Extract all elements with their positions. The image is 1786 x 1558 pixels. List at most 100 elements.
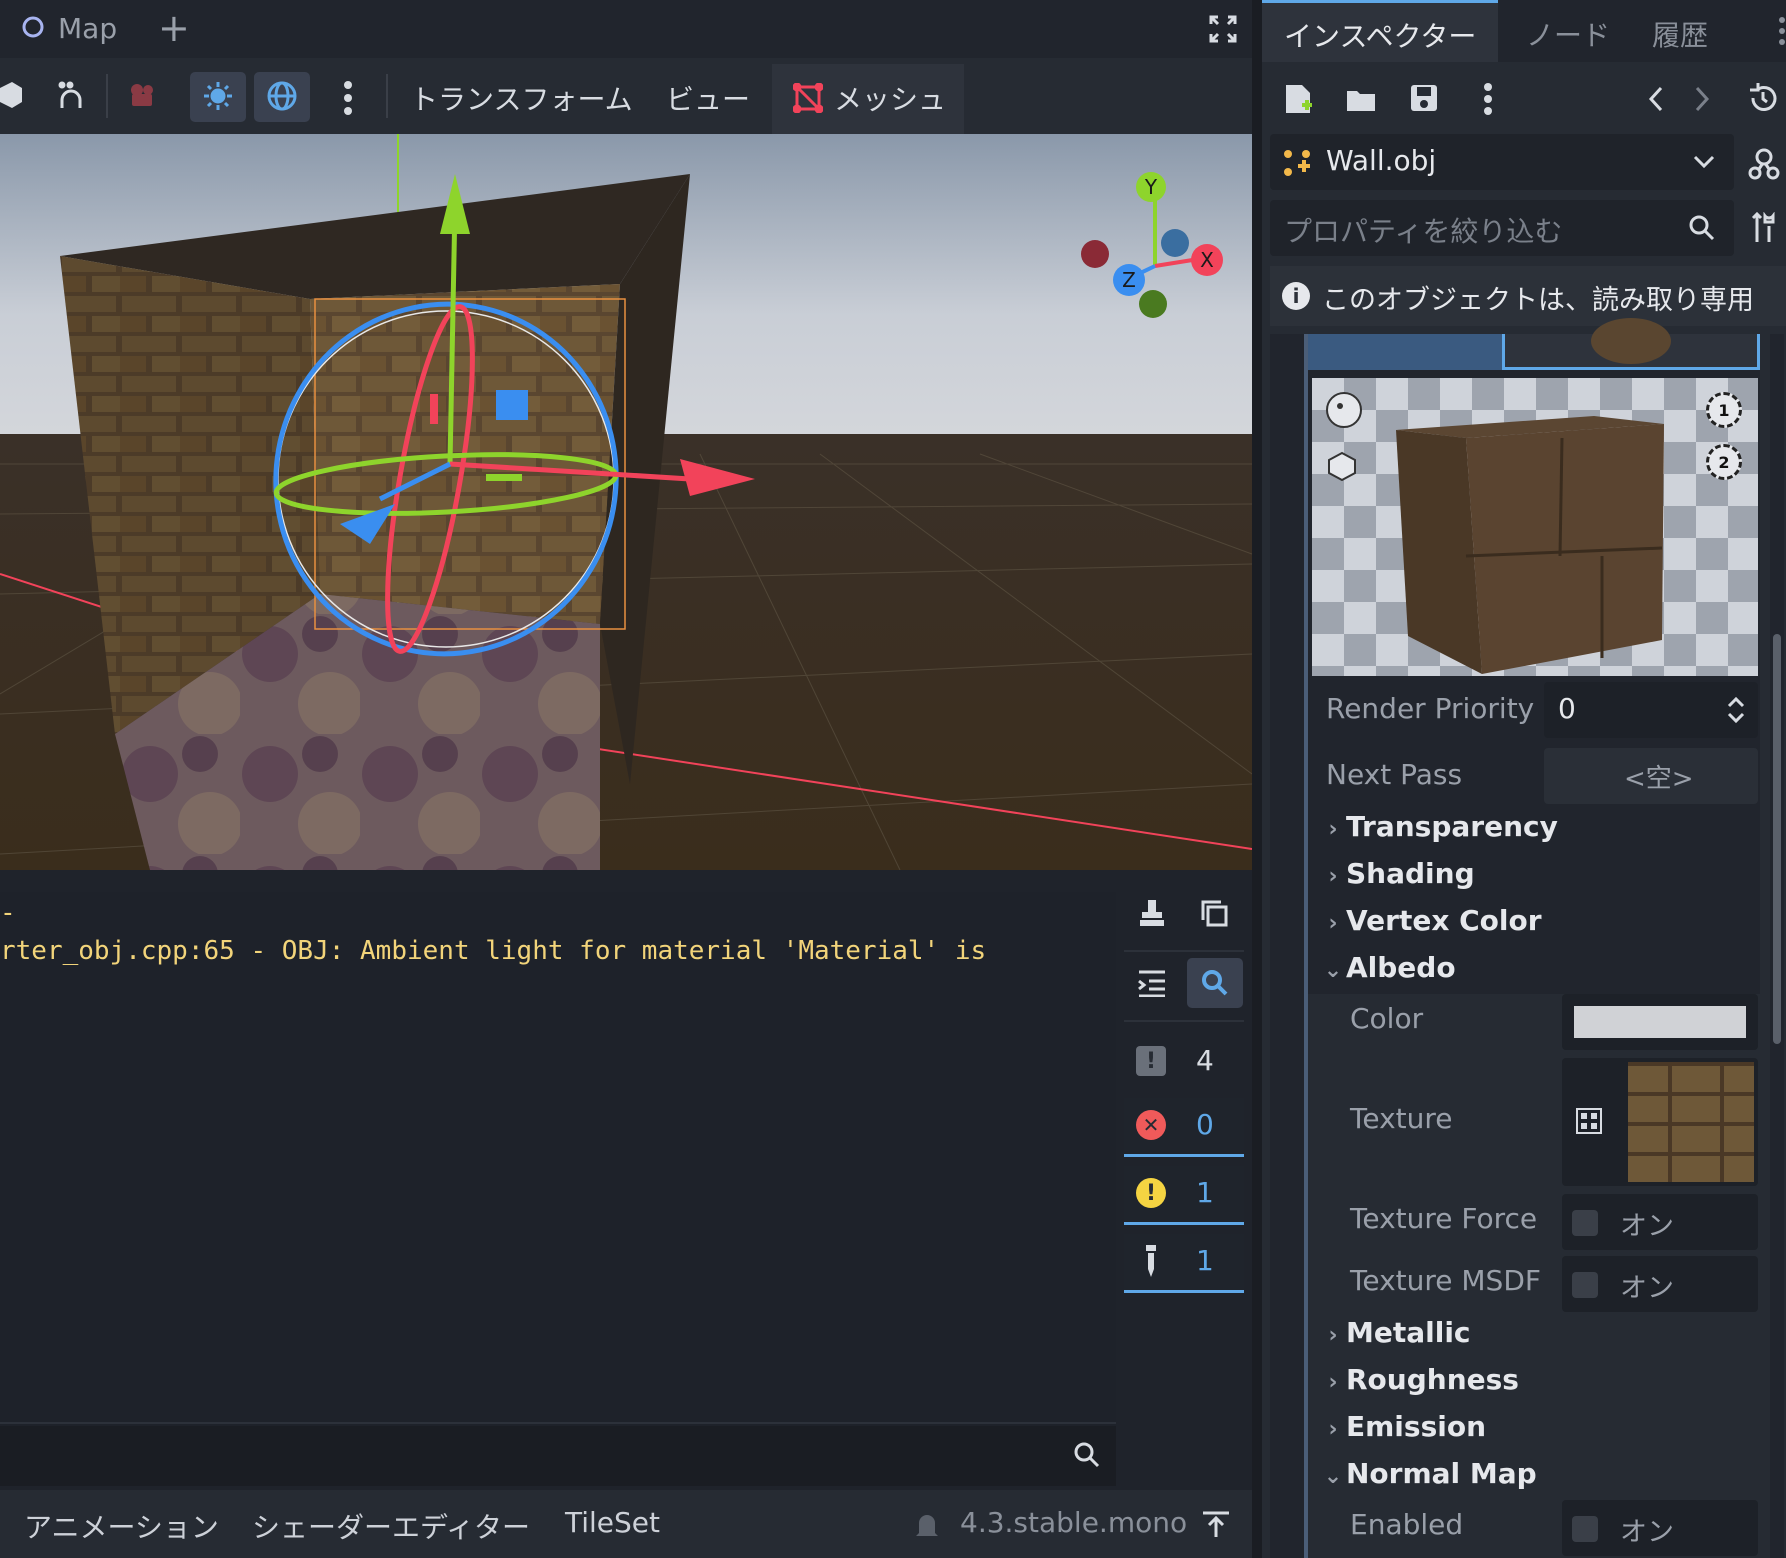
error-icon: ✕ bbox=[1136, 1110, 1166, 1140]
x-axis-button[interactable]: X bbox=[1191, 244, 1223, 276]
mesh-menu[interactable]: メッシュ bbox=[772, 64, 964, 137]
scene-tab-bar: Map + bbox=[0, 0, 1252, 58]
texture-thumbnail bbox=[1628, 1062, 1754, 1182]
more-options-icon[interactable] bbox=[338, 78, 358, 118]
section-emission[interactable]: › Emission bbox=[1320, 1410, 1486, 1443]
color-label: Color bbox=[1350, 1002, 1424, 1035]
checkbox-box bbox=[1572, 1272, 1598, 1298]
render-priority-spinbox[interactable]: 0 bbox=[1544, 682, 1758, 738]
section-roughness-label: Roughness bbox=[1346, 1363, 1519, 1396]
box-preview-icon[interactable] bbox=[1326, 450, 1358, 482]
chevron-right-icon: › bbox=[1328, 1417, 1338, 1442]
snap-icon[interactable] bbox=[54, 78, 88, 112]
output-log[interactable]: - rter_obj.cpp:65 - OBJ: Ambient light f… bbox=[0, 892, 1116, 1446]
resource-selector[interactable]: Wall.obj bbox=[1270, 134, 1734, 190]
light-1-toggle[interactable]: 1 bbox=[1706, 392, 1742, 428]
tab-inspector[interactable]: インスペクター bbox=[1262, 0, 1498, 62]
search-icon bbox=[1200, 968, 1230, 998]
tools-icon[interactable] bbox=[1746, 210, 1782, 246]
more-options-icon[interactable] bbox=[1482, 82, 1494, 116]
preview-cube bbox=[1396, 416, 1664, 674]
enabled-label: Enabled bbox=[1350, 1508, 1464, 1541]
filter-messages-button[interactable]: ! 4 bbox=[1124, 1034, 1244, 1090]
cube-icon[interactable] bbox=[0, 78, 22, 112]
editor-count: 1 bbox=[1196, 1244, 1214, 1277]
add-scene-button[interactable]: + bbox=[158, 6, 190, 50]
section-metallic[interactable]: › Metallic bbox=[1320, 1316, 1470, 1349]
sphere-preview-icon[interactable] bbox=[1326, 392, 1362, 428]
normal-map-enabled-on: オン bbox=[1620, 1517, 1674, 1548]
collapse-icon[interactable] bbox=[1135, 966, 1169, 1000]
3d-viewport[interactable]: Y X Z bbox=[0, 134, 1252, 870]
chevron-right-icon: › bbox=[1328, 817, 1338, 842]
open-folder-icon[interactable] bbox=[1344, 84, 1378, 114]
warning-icon: ! bbox=[1136, 1178, 1166, 1208]
recent-history-icon[interactable] bbox=[1746, 82, 1780, 114]
sun-preview-button[interactable] bbox=[190, 72, 246, 122]
tab-history[interactable]: 履歴 bbox=[1652, 14, 1708, 54]
chevron-down-icon: ⌄ bbox=[1323, 958, 1343, 983]
section-vertex-color-label: Vertex Color bbox=[1346, 904, 1542, 937]
scene-tab-title[interactable]: Map bbox=[58, 12, 117, 45]
section-emission-label: Emission bbox=[1346, 1410, 1486, 1443]
scrollbar-thumb[interactable] bbox=[1773, 634, 1781, 1044]
tab-inspector-label: インスペクター bbox=[1284, 20, 1477, 53]
readonly-notice: i このオブジェクトは、読み取り専用 bbox=[1270, 266, 1786, 326]
fullscreen-icon[interactable] bbox=[1208, 14, 1238, 44]
light-2-toggle[interactable]: 2 bbox=[1706, 444, 1742, 480]
environment-preview-button[interactable] bbox=[254, 72, 310, 122]
section-shading[interactable]: › Shading bbox=[1320, 857, 1474, 890]
albedo-texture-picker[interactable] bbox=[1562, 1058, 1758, 1186]
z-axis-button[interactable]: Z bbox=[1113, 264, 1145, 296]
new-resource-icon[interactable] bbox=[1282, 82, 1314, 116]
section-transparency-label: Transparency bbox=[1346, 810, 1558, 843]
albedo-color-picker[interactable] bbox=[1562, 994, 1758, 1050]
section-normal-map[interactable]: ⌄ Normal Map bbox=[1320, 1457, 1537, 1490]
history-back-icon[interactable] bbox=[1644, 84, 1668, 114]
toggle-search-button[interactable] bbox=[1187, 958, 1243, 1008]
log-line-1: - bbox=[0, 898, 16, 928]
filter-editor-button[interactable]: 1 bbox=[1124, 1234, 1244, 1293]
dock-menu-dots[interactable] bbox=[1774, 14, 1786, 48]
property-filter-input[interactable]: プロパティを絞り込む bbox=[1270, 200, 1734, 256]
normal-map-enabled-checkbox[interactable]: オン bbox=[1562, 1500, 1758, 1556]
tileset-tab[interactable]: TileSet bbox=[565, 1506, 660, 1539]
notification-bell-icon[interactable] bbox=[912, 1510, 942, 1540]
chevron-right-icon: › bbox=[1328, 1370, 1338, 1395]
object-properties-icon[interactable] bbox=[1746, 146, 1782, 182]
save-icon[interactable] bbox=[1408, 82, 1440, 114]
texture-force-label: Texture Force bbox=[1350, 1202, 1538, 1235]
history-forward-icon[interactable] bbox=[1690, 84, 1714, 114]
shader-editor-tab[interactable]: シェーダーエディター bbox=[252, 1506, 530, 1546]
material-slot-selected[interactable] bbox=[1502, 318, 1760, 370]
material-thumbnail bbox=[1591, 318, 1671, 364]
filter-errors-button[interactable]: ✕ 0 bbox=[1124, 1098, 1244, 1157]
inspector-scrollbar[interactable] bbox=[1770, 334, 1784, 1558]
log-filter-input[interactable] bbox=[0, 1426, 1116, 1486]
next-pass-picker[interactable]: <空> bbox=[1544, 748, 1758, 804]
view-orientation-gizmo[interactable]: Y X Z bbox=[1075, 158, 1235, 318]
texture-msdf-checkbox[interactable]: オン bbox=[1562, 1256, 1758, 1312]
view-menu[interactable]: ビュー bbox=[666, 78, 750, 118]
render-priority-label: Render Priority bbox=[1326, 692, 1535, 725]
panel-divider[interactable] bbox=[1252, 0, 1262, 1558]
animation-tab[interactable]: アニメーション bbox=[24, 1506, 219, 1546]
checkbox-box bbox=[1572, 1516, 1598, 1542]
section-vertex-color[interactable]: › Vertex Color bbox=[1320, 904, 1542, 937]
texture-force-checkbox[interactable]: オン bbox=[1562, 1194, 1758, 1250]
section-transparency[interactable]: › Transparency bbox=[1320, 810, 1558, 843]
transform-menu[interactable]: トランスフォーム bbox=[410, 78, 633, 118]
chevron-right-icon: › bbox=[1328, 864, 1338, 889]
section-albedo-label: Albedo bbox=[1346, 951, 1456, 984]
section-albedo[interactable]: ⌄ Albedo bbox=[1320, 951, 1456, 984]
texture-resource-icon bbox=[1574, 1106, 1604, 1136]
copy-output-icon[interactable] bbox=[1197, 896, 1231, 930]
section-roughness[interactable]: › Roughness bbox=[1320, 1363, 1519, 1396]
camera-icon[interactable] bbox=[126, 78, 160, 112]
expand-panel-icon[interactable] bbox=[1200, 1508, 1232, 1540]
tab-node[interactable]: ノード bbox=[1526, 14, 1610, 54]
y-axis-button[interactable]: Y bbox=[1136, 172, 1166, 202]
sun-icon bbox=[202, 80, 234, 112]
filter-warnings-button[interactable]: ! 1 bbox=[1124, 1166, 1244, 1225]
clear-output-icon[interactable] bbox=[1135, 896, 1169, 930]
